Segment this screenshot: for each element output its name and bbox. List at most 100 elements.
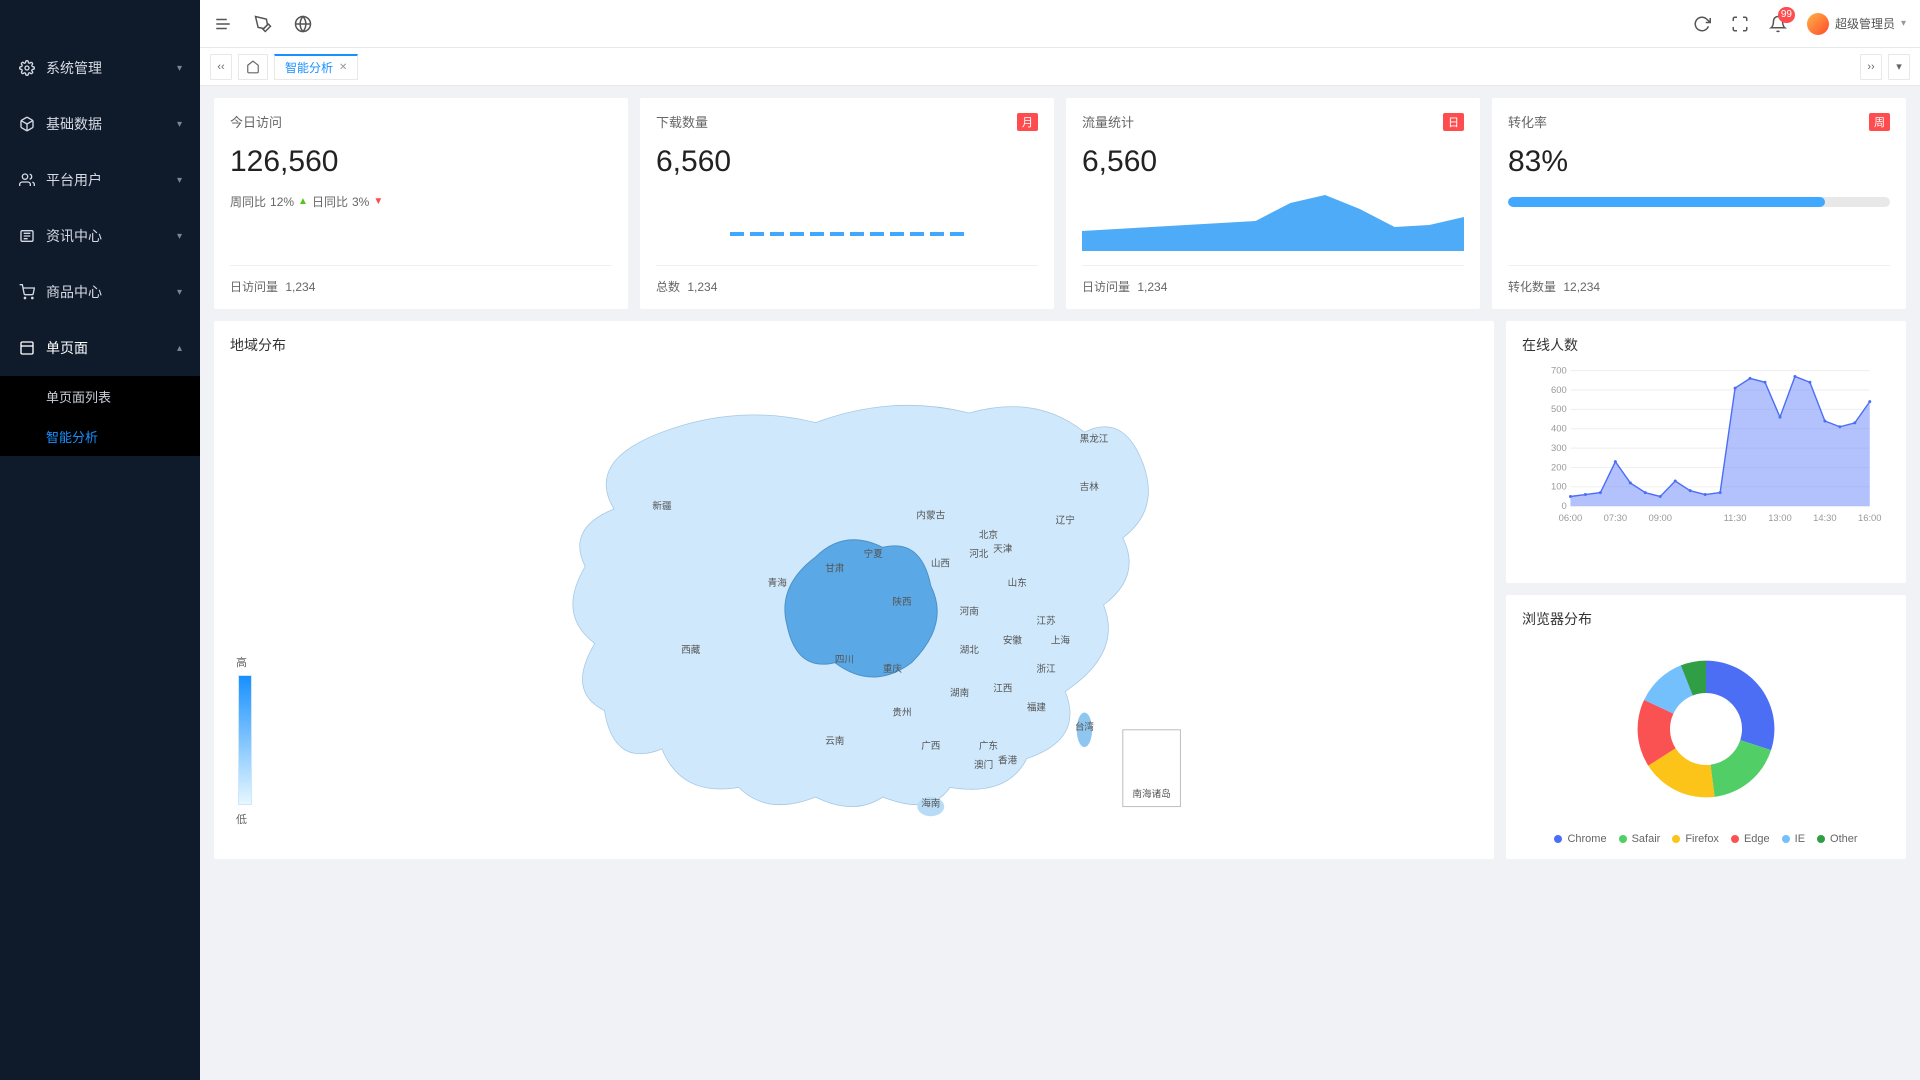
svg-text:辽宁: 辽宁 [1056, 514, 1075, 526]
sidebar-item-basedata[interactable]: 基础数据 ▾ [0, 96, 200, 152]
donut-legend: Chrome Safair Firefox Edge IE Other [1554, 833, 1857, 845]
tab-analysis[interactable]: 智能分析 ✕ [274, 54, 358, 80]
chevron-up-icon: ▴ [177, 343, 182, 354]
legend-label: Chrome [1567, 833, 1606, 845]
sidebar-label: 基础数据 [46, 114, 177, 134]
footer-label: 总数 [656, 280, 680, 294]
svg-text:14:30: 14:30 [1813, 512, 1837, 523]
svg-text:江苏: 江苏 [1036, 615, 1056, 627]
svg-text:青海: 青海 [768, 577, 788, 589]
footer-label: 转化数量 [1508, 280, 1556, 294]
sidebar-submenu: 单页面列表 智能分析 [0, 376, 200, 456]
legend-label: IE [1795, 833, 1805, 845]
dod-label: 日同比 [312, 193, 348, 210]
legend-item[interactable]: Firefox [1672, 833, 1719, 845]
svg-text:0: 0 [1561, 500, 1566, 511]
svg-text:广东: 广东 [979, 740, 998, 752]
svg-text:西藏: 西藏 [681, 644, 701, 656]
online-line-chart[interactable]: 010020030040050060070006:0007:3009:0011:… [1522, 365, 1890, 528]
legend-item[interactable]: Edge [1731, 833, 1770, 845]
legend-dot [1782, 835, 1790, 843]
stat-card-visits: 今日访问 126,560 周同比 12% ▲ 日同比 3% ▼ 日访问量 1, [214, 98, 628, 309]
chevron-down-icon: ▾ [1901, 18, 1906, 29]
stat-tag: 日 [1443, 113, 1464, 131]
svg-text:400: 400 [1551, 423, 1567, 434]
sidebar-item-singlepage[interactable]: 单页面 ▴ [0, 320, 200, 376]
brush-icon[interactable] [254, 15, 272, 33]
legend-item[interactable]: Other [1817, 833, 1858, 845]
china-map[interactable]: 黑龙江吉林辽宁内蒙古新疆西藏青海甘肃宁夏陕西山西河北北京天津山东河南江苏安徽上海… [230, 365, 1478, 845]
tab-next-button[interactable]: ›› [1860, 54, 1882, 80]
svg-text:吉林: 吉林 [1080, 481, 1100, 493]
svg-text:陕西: 陕西 [892, 596, 911, 608]
sidebar-item-users[interactable]: 平台用户 ▾ [0, 152, 200, 208]
legend-dot [1554, 835, 1562, 843]
stat-title: 下载数量 [656, 112, 708, 131]
sidebar-item-goods[interactable]: 商品中心 ▾ [0, 264, 200, 320]
svg-text:福建: 福建 [1027, 702, 1047, 714]
legend-item[interactable]: Chrome [1554, 833, 1606, 845]
panel-title: 浏览器分布 [1522, 609, 1890, 629]
stat-title: 今日访问 [230, 112, 282, 131]
svg-text:安徽: 安徽 [1003, 634, 1023, 646]
user-menu[interactable]: 超级管理员 ▾ [1807, 13, 1906, 35]
svg-text:09:00: 09:00 [1648, 512, 1672, 523]
user-name: 超级管理员 [1835, 15, 1895, 32]
chevron-down-icon: ▾ [177, 119, 182, 130]
notification-badge: 99 [1778, 7, 1795, 23]
gear-icon [18, 59, 36, 77]
stat-card-downloads: 下载数量 月 6,560 总数 1,234 [640, 98, 1054, 309]
tab-more-button[interactable]: ▾ [1888, 54, 1910, 80]
svg-text:浙江: 浙江 [1036, 663, 1056, 675]
svg-text:山西: 山西 [931, 559, 950, 570]
svg-text:重庆: 重庆 [883, 663, 903, 675]
panel-title: 地域分布 [230, 335, 1478, 355]
traffic-area-chart [1082, 191, 1464, 251]
svg-text:北京: 北京 [979, 529, 998, 541]
stat-tag: 周 [1869, 113, 1890, 131]
refresh-icon[interactable] [1693, 15, 1711, 33]
globe-icon[interactable] [294, 15, 312, 33]
svg-text:天津: 天津 [993, 544, 1013, 555]
submenu-item-list[interactable]: 单页面列表 [0, 376, 200, 416]
svg-text:湖南: 湖南 [950, 687, 970, 699]
dod-value: 3% [352, 195, 369, 209]
svg-text:宁夏: 宁夏 [864, 548, 884, 560]
legend-dot [1619, 835, 1627, 843]
svg-text:13:00: 13:00 [1768, 512, 1792, 523]
sidebar-label: 资讯中心 [46, 226, 177, 246]
svg-text:台湾: 台湾 [1075, 721, 1095, 733]
legend-item[interactable]: Safair [1619, 833, 1661, 845]
sidebar-item-system[interactable]: 系统管理 ▾ [0, 40, 200, 96]
news-icon [18, 227, 36, 245]
submenu-item-analysis[interactable]: 智能分析 [0, 416, 200, 456]
svg-text:100: 100 [1551, 481, 1567, 492]
svg-text:新疆: 新疆 [652, 500, 672, 512]
tab-prev-button[interactable]: ‹‹ [210, 54, 232, 80]
avatar [1807, 13, 1829, 35]
sidebar-label: 平台用户 [46, 170, 177, 190]
fullscreen-icon[interactable] [1731, 15, 1749, 33]
bell-icon[interactable]: 99 [1769, 15, 1787, 33]
svg-text:11:30: 11:30 [1724, 512, 1747, 523]
svg-text:广西: 广西 [921, 740, 940, 752]
close-icon[interactable]: ✕ [339, 62, 347, 73]
footer-value: 1,234 [285, 280, 315, 294]
progress-bar [1508, 197, 1890, 207]
map-legend-gradient [238, 675, 252, 805]
svg-text:澳门: 澳门 [974, 759, 993, 771]
svg-text:300: 300 [1551, 442, 1567, 453]
tab-home[interactable] [238, 54, 268, 80]
legend-low: 低 [236, 811, 247, 827]
legend-high: 高 [236, 654, 247, 670]
chevron-down-icon: ▾ [177, 287, 182, 298]
svg-text:500: 500 [1551, 403, 1567, 414]
wow-label: 周同比 [230, 193, 266, 210]
browser-donut-chart[interactable] [1616, 639, 1796, 819]
legend-item[interactable]: IE [1782, 833, 1805, 845]
sidebar-label: 商品中心 [46, 282, 177, 302]
menu-toggle-icon[interactable] [214, 15, 232, 33]
sidebar-item-news[interactable]: 资讯中心 ▾ [0, 208, 200, 264]
footer-label: 日访问量 [230, 280, 278, 294]
page-icon [18, 339, 36, 357]
